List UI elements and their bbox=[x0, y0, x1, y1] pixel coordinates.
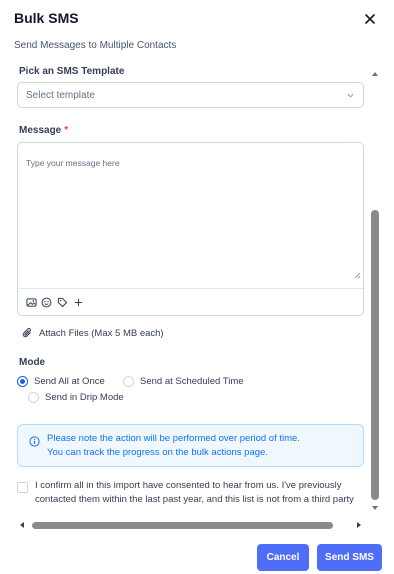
template-select-placeholder: Select template bbox=[26, 90, 95, 101]
message-placeholder: Type your message here bbox=[26, 158, 120, 168]
consent-text: I confirm all in this import have consen… bbox=[35, 480, 354, 505]
radio-dot-drip bbox=[28, 392, 39, 403]
required-mark: * bbox=[64, 125, 69, 136]
message-toolbar bbox=[18, 288, 363, 316]
close-icon[interactable] bbox=[363, 12, 377, 26]
horizontal-scrollbar[interactable] bbox=[18, 519, 363, 531]
cancel-button[interactable]: Cancel bbox=[257, 544, 309, 571]
radio-dot-scheduled bbox=[123, 376, 134, 387]
radio-drip[interactable]: Send in Drip Mode bbox=[28, 392, 124, 403]
info-line-1: Please note the action will be performed… bbox=[47, 433, 300, 444]
radio-drip-label: Send in Drip Mode bbox=[45, 392, 124, 403]
modal-title: Bulk SMS bbox=[14, 10, 79, 26]
paperclip-icon bbox=[22, 328, 31, 338]
scroll-down-icon[interactable] bbox=[371, 504, 379, 512]
modal-body: Pick an SMS Template Select template Mes… bbox=[0, 58, 384, 532]
radio-dot-send-all bbox=[17, 376, 28, 387]
message-textarea[interactable]: Type your message here bbox=[17, 142, 364, 316]
horizontal-scroll-thumb[interactable] bbox=[32, 522, 333, 529]
attach-files-button[interactable]: Attach Files (Max 5 MB each) bbox=[22, 326, 164, 340]
bulk-sms-modal: Bulk SMS Send Messages to Multiple Conta… bbox=[0, 0, 394, 574]
vertical-scroll-thumb[interactable] bbox=[371, 210, 379, 500]
vertical-scrollbar[interactable] bbox=[369, 70, 381, 514]
plus-icon[interactable] bbox=[73, 297, 84, 308]
template-label: Pick an SMS Template bbox=[19, 66, 125, 77]
radio-send-all-label: Send All at Once bbox=[34, 376, 105, 387]
scroll-right-icon[interactable] bbox=[355, 521, 363, 529]
tag-icon[interactable] bbox=[57, 297, 68, 308]
scroll-left-icon[interactable] bbox=[18, 521, 26, 529]
attach-files-label: Attach Files (Max 5 MB each) bbox=[39, 327, 164, 339]
resize-grip-icon[interactable] bbox=[353, 271, 361, 279]
template-select[interactable]: Select template bbox=[17, 82, 364, 108]
info-icon bbox=[29, 436, 40, 447]
modal-subtitle: Send Messages to Multiple Contacts bbox=[14, 40, 177, 51]
send-sms-button[interactable]: Send SMS bbox=[317, 544, 382, 571]
message-label-text: Message bbox=[19, 125, 62, 136]
consent-checkbox[interactable] bbox=[17, 482, 28, 493]
scroll-up-icon[interactable] bbox=[371, 70, 379, 78]
radio-scheduled-label: Send at Scheduled Time bbox=[140, 376, 244, 387]
emoji-icon[interactable] bbox=[41, 297, 52, 308]
chevron-down-icon bbox=[347, 93, 354, 98]
info-line-2: You can track the progress on the bulk a… bbox=[47, 447, 268, 458]
mode-label: Mode bbox=[19, 357, 46, 368]
radio-send-all[interactable]: Send All at Once bbox=[17, 376, 105, 387]
message-label: Message * bbox=[19, 125, 68, 136]
radio-scheduled[interactable]: Send at Scheduled Time bbox=[123, 376, 244, 387]
info-notice: Please note the action will be performed… bbox=[17, 424, 364, 467]
image-icon[interactable] bbox=[26, 297, 37, 308]
